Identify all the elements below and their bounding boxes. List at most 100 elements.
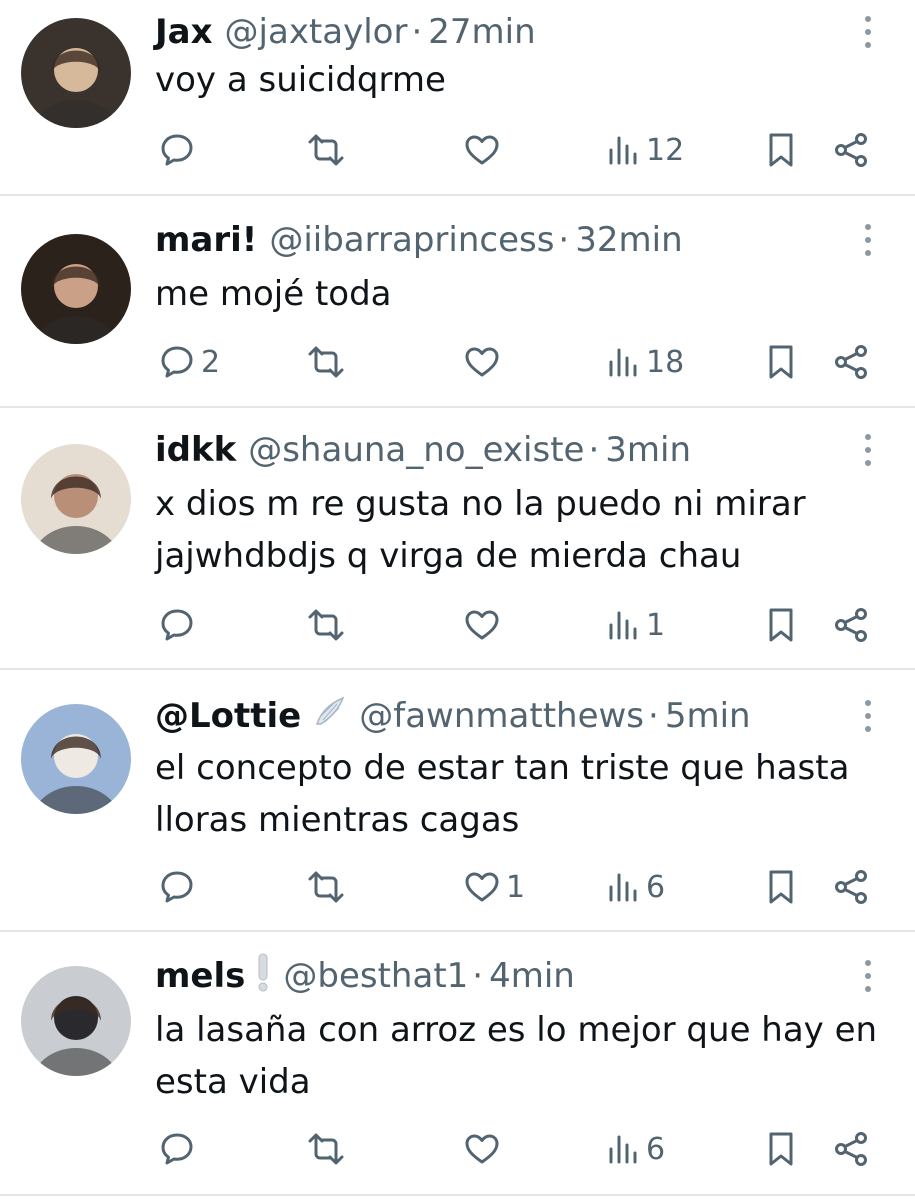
reply-icon (157, 342, 197, 382)
handle[interactable]: @shauna_no_existe (248, 430, 584, 470)
timestamp[interactable]: 3min (605, 430, 691, 470)
tweet-header: mels @besthat1 · 4min (155, 950, 575, 1002)
views-button[interactable]: 18 (606, 337, 684, 387)
like-icon (462, 130, 502, 170)
avatar[interactable] (21, 444, 131, 554)
timestamp[interactable]: 32min (575, 220, 682, 260)
more-icon[interactable] (858, 694, 878, 738)
reply-button[interactable] (157, 1124, 201, 1174)
like-button[interactable]: 1 (462, 862, 525, 912)
timestamp[interactable]: 27min (428, 12, 535, 52)
tweet-divider (0, 406, 915, 408)
reply-button[interactable] (157, 125, 201, 175)
share-icon (831, 867, 871, 907)
share-icon (831, 342, 871, 382)
avatar[interactable] (21, 704, 131, 814)
timestamp[interactable]: 4min (489, 956, 575, 996)
retweet-icon (304, 342, 348, 382)
timestamp[interactable]: 5min (665, 696, 751, 736)
more-icon[interactable] (858, 218, 878, 262)
retweet-icon (304, 867, 348, 907)
views-count: 6 (646, 1131, 666, 1167)
display-name[interactable]: idkk (155, 430, 236, 470)
tweet-header: mari! @iibarraprincess · 32min (155, 214, 683, 266)
like-button[interactable] (462, 337, 506, 387)
views-button[interactable]: 1 (606, 600, 665, 650)
bookmark-icon (764, 130, 798, 170)
reply-button[interactable] (157, 862, 201, 912)
share-button[interactable] (831, 125, 871, 175)
reply-icon (157, 130, 197, 170)
reply-icon (157, 1129, 197, 1169)
reply-button[interactable]: 2 (157, 337, 220, 387)
tweet-text: me mojé toda (155, 274, 392, 314)
tweet-text: x dios m re gusta no la puedo ni mirar j… (155, 484, 806, 576)
share-button[interactable] (831, 862, 871, 912)
avatar[interactable] (21, 234, 131, 344)
retweet-button[interactable] (304, 125, 352, 175)
share-icon (831, 130, 871, 170)
display-name[interactable]: @Lottie (155, 696, 301, 736)
bookmark-icon (764, 867, 798, 907)
bookmark-button[interactable] (764, 600, 798, 650)
tweet-actions: 1 6 (0, 862, 915, 912)
handle[interactable]: @jaxtaylor (225, 12, 408, 52)
separator-dot: · (472, 956, 484, 996)
tweet-divider (0, 1194, 915, 1196)
more-icon[interactable] (858, 428, 878, 472)
views-icon (606, 867, 642, 907)
share-button[interactable] (831, 1124, 871, 1174)
tweet-text: voy a suicidqrme (155, 60, 446, 100)
like-button[interactable] (462, 600, 506, 650)
views-count: 18 (646, 344, 685, 380)
handle[interactable]: @besthat1 (283, 956, 468, 996)
like-icon (462, 1129, 502, 1169)
share-icon (831, 605, 871, 645)
reply-icon (157, 867, 197, 907)
reply-button[interactable] (157, 600, 201, 650)
views-count: 1 (646, 607, 666, 643)
exclamation-badge-icon (255, 952, 271, 1001)
tweet-header: idkk @shauna_no_existe · 3min (155, 424, 691, 476)
views-button[interactable]: 6 (606, 862, 665, 912)
retweet-button[interactable] (304, 1124, 352, 1174)
retweet-button[interactable] (304, 337, 352, 387)
tweet-actions: 12 (0, 125, 915, 175)
handle[interactable]: @fawnmatthews (359, 696, 644, 736)
like-button[interactable] (462, 125, 506, 175)
bookmark-icon (764, 1129, 798, 1169)
retweet-icon (304, 130, 348, 170)
bookmark-button[interactable] (764, 862, 798, 912)
tweet-actions: 2 18 (0, 337, 915, 387)
handle[interactable]: @iibarraprincess (269, 220, 554, 260)
tweet-actions: 6 (0, 1124, 915, 1174)
views-button[interactable]: 6 (606, 1124, 665, 1174)
more-icon[interactable] (858, 954, 878, 998)
separator-dot: · (648, 696, 659, 736)
display-name[interactable]: Jax (155, 12, 213, 52)
reply-count: 2 (201, 344, 221, 380)
display-name[interactable]: mels (155, 956, 245, 996)
retweet-button[interactable] (304, 600, 352, 650)
separator-dot: · (588, 430, 600, 470)
views-button[interactable]: 12 (606, 125, 684, 175)
bookmark-button[interactable] (764, 1124, 798, 1174)
avatar[interactable] (21, 18, 131, 128)
bookmark-icon (764, 342, 798, 382)
retweet-button[interactable] (304, 862, 352, 912)
views-icon (606, 1129, 642, 1169)
tweet-text: la lasaña con arroz es lo mejor que hay … (155, 1010, 878, 1102)
bookmark-button[interactable] (764, 125, 798, 175)
tweet-header: Jax @jaxtaylor · 27min (155, 6, 536, 58)
views-icon (606, 130, 642, 170)
share-button[interactable] (831, 337, 871, 387)
more-icon[interactable] (858, 10, 878, 54)
like-button[interactable] (462, 1124, 506, 1174)
display-name[interactable]: mari! (155, 220, 257, 260)
separator-dot: · (558, 220, 570, 260)
share-button[interactable] (831, 600, 871, 650)
avatar[interactable] (21, 966, 131, 1076)
bookmark-icon (764, 605, 798, 645)
bookmark-button[interactable] (764, 337, 798, 387)
wing-badge-icon (311, 694, 347, 739)
